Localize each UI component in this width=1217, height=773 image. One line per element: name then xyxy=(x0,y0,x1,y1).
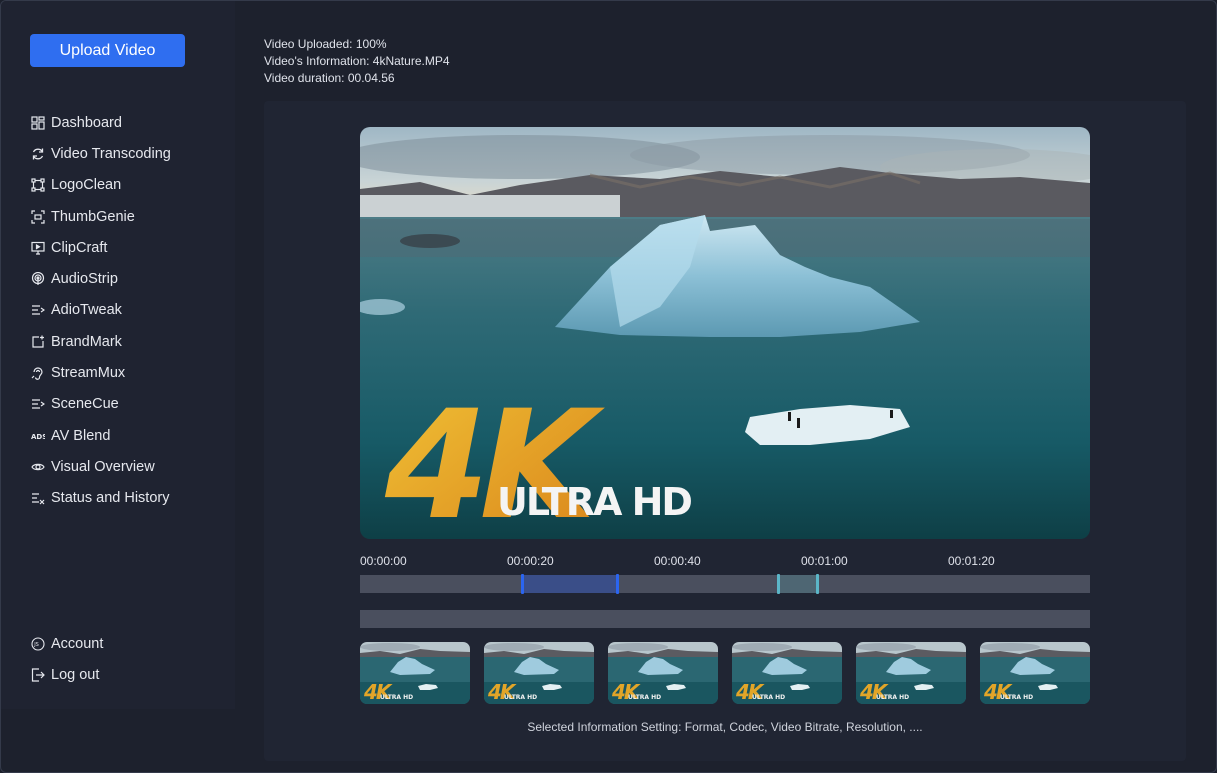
sidebar-item-status-history[interactable]: Status and History xyxy=(30,483,171,514)
sidebar-item-av-blend[interactable]: ADS AV Blend xyxy=(30,420,171,451)
sidebar-item-label: StreamMux xyxy=(51,365,126,382)
sidebar-item-label: AdioTweak xyxy=(51,302,122,319)
sidebar-item-label: SceneCue xyxy=(51,396,119,413)
thumbnail-frame[interactable]: 4K ULTRA HD xyxy=(856,642,966,704)
thumbnail-ultra-hd-badge: ULTRA HD xyxy=(876,694,909,701)
thumbnail-frame[interactable]: 4K ULTRA HD xyxy=(732,642,842,704)
logout-icon xyxy=(30,667,45,682)
upload-video-button[interactable]: Upload Video xyxy=(30,34,185,67)
video-ultra-hd-badge: ULTRA HD xyxy=(497,480,691,524)
timeline-label: 00:01:00 xyxy=(801,554,848,568)
list-arrow-icon xyxy=(30,397,45,412)
range-end-handle[interactable] xyxy=(616,574,619,594)
thumbnail-ultra-hd-badge: ULTRA HD xyxy=(752,694,785,701)
timeline-label: 00:00:40 xyxy=(654,554,701,568)
thumbnail-ultra-hd-badge: ULTRA HD xyxy=(1000,694,1033,701)
sidebar-item-audiostrip[interactable]: AudioStrip xyxy=(30,263,171,294)
sidebar-item-dashboard[interactable]: Dashboard xyxy=(30,107,171,138)
dashboard-grid-icon xyxy=(30,115,45,130)
video-preview[interactable]: 4K ULTRA HD xyxy=(360,127,1090,539)
sidebar-item-label: Video Transcoding xyxy=(51,145,171,162)
scan-frame-icon xyxy=(30,209,45,224)
sidebar: Upload Video Dashboard Video Transcoding… xyxy=(1,1,235,709)
refresh-icon xyxy=(30,146,45,161)
sidebar-item-adiotweak[interactable]: AdioTweak xyxy=(30,295,171,326)
video-information-text: Video's Information: 4kNature.MP4 xyxy=(264,54,450,68)
thumbnail-frame[interactable]: 4K ULTRA HD xyxy=(360,642,470,704)
account-badge-icon: JS xyxy=(30,636,45,651)
sidebar-item-logoclean[interactable]: LogoClean xyxy=(30,170,171,201)
sidebar-item-label: ThumbGenie xyxy=(51,208,135,225)
sidebar-item-label: ClipCraft xyxy=(51,239,108,256)
thumbnail-strip: 4K ULTRA HD 4K ULTRA HD 4K ULTRA HD 4K U… xyxy=(360,642,1090,704)
sidebar-item-label: Account xyxy=(51,635,104,652)
upload-progress-text: Video Uploaded: 100% xyxy=(264,37,387,51)
timeline-label: 00:01:20 xyxy=(948,554,995,568)
monitor-icon xyxy=(30,240,45,255)
timeline-label: 00:00:00 xyxy=(360,554,407,568)
sidebar-item-label: LogoClean xyxy=(51,177,122,194)
ads-icon: ADS xyxy=(30,428,45,443)
svg-text:JS: JS xyxy=(33,642,39,648)
sidebar-item-logout[interactable]: Log out xyxy=(30,659,103,690)
sidebar-item-streammux[interactable]: StreamMux xyxy=(30,357,171,388)
thumbnail-ultra-hd-badge: ULTRA HD xyxy=(380,694,413,701)
list-check-icon xyxy=(30,491,45,506)
timeline-label: 00:00:20 xyxy=(507,554,554,568)
podcast-icon xyxy=(30,272,45,287)
sidebar-item-brandmark[interactable]: BrandMark xyxy=(30,326,171,357)
sidebar-item-label: Visual Overview xyxy=(51,458,155,475)
selected-settings-note: Selected Information Setting: Format, Co… xyxy=(527,720,923,734)
sidebar-item-thumbgenie[interactable]: ThumbGenie xyxy=(30,201,171,232)
sidebar-item-label: AudioStrip xyxy=(51,271,118,288)
sidebar-item-label: Log out xyxy=(51,666,100,683)
audio-track[interactable] xyxy=(360,610,1090,628)
sidebar-item-label: Status and History xyxy=(51,490,170,507)
sidebar-item-visual-overview[interactable]: Visual Overview xyxy=(30,451,171,482)
range-start-handle[interactable] xyxy=(521,574,524,594)
selection-range-secondary[interactable] xyxy=(778,575,817,593)
range-end-handle[interactable] xyxy=(816,574,819,594)
list-arrow-icon xyxy=(30,303,45,318)
crop-frame-icon xyxy=(30,178,45,193)
video-info: Video Uploaded: 100% Video's Information… xyxy=(264,36,450,87)
ear-icon xyxy=(30,366,45,381)
sidebar-nav: Dashboard Video Transcoding LogoClean Th… xyxy=(30,107,171,514)
sidebar-item-account[interactable]: JS Account xyxy=(30,628,103,659)
sidebar-item-label: Dashboard xyxy=(51,114,122,131)
timeline-labels: 00:00:00 00:00:20 00:00:40 00:01:00 00:0… xyxy=(360,554,1090,570)
thumbnail-ultra-hd-badge: ULTRA HD xyxy=(628,694,661,701)
thumbnail-frame[interactable]: 4K ULTRA HD xyxy=(608,642,718,704)
add-box-icon xyxy=(30,334,45,349)
range-start-handle[interactable] xyxy=(777,574,780,594)
sidebar-item-label: AV Blend xyxy=(51,427,111,444)
sidebar-item-video-transcoding[interactable]: Video Transcoding xyxy=(30,138,171,169)
app-window: Upload Video Dashboard Video Transcoding… xyxy=(0,0,1217,773)
sidebar-item-scenecue[interactable]: SceneCue xyxy=(30,389,171,420)
thumbnail-frame[interactable]: 4K ULTRA HD xyxy=(980,642,1090,704)
thumbnail-frame[interactable]: 4K ULTRA HD xyxy=(484,642,594,704)
video-duration-text: Video duration: 00.04.56 xyxy=(264,71,395,85)
eye-icon xyxy=(30,459,45,474)
thumbnail-ultra-hd-badge: ULTRA HD xyxy=(504,694,537,701)
sidebar-item-label: BrandMark xyxy=(51,333,122,350)
sidebar-bottom-nav: JS Account Log out xyxy=(30,628,103,691)
sidebar-item-clipcraft[interactable]: ClipCraft xyxy=(30,232,171,263)
timeline-track[interactable] xyxy=(360,574,1090,594)
selection-range-primary[interactable] xyxy=(522,575,618,593)
svg-text:ADS: ADS xyxy=(31,433,45,441)
